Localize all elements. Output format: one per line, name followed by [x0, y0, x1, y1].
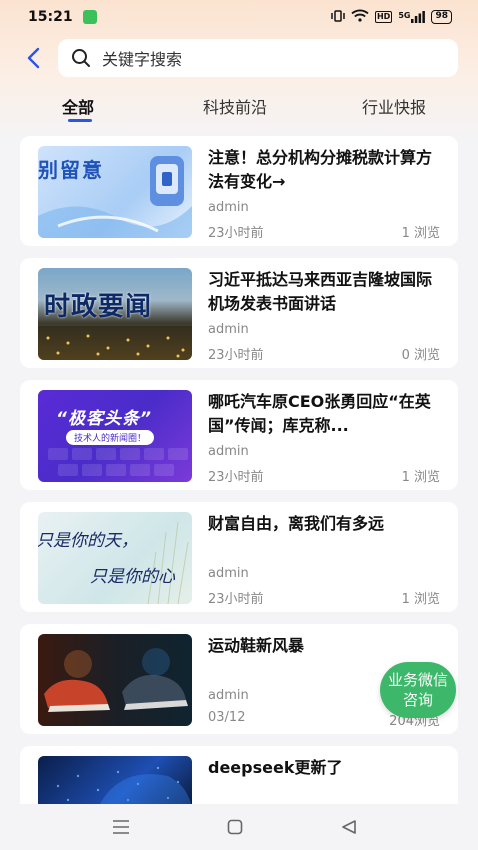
status-bar: 15:21 HD 5G 98	[0, 0, 478, 34]
battery-indicator: 98	[431, 10, 452, 24]
tab-all[interactable]: 全部	[62, 94, 94, 118]
tab-tech-frontier[interactable]: 科技前沿	[203, 94, 267, 118]
back-icon	[342, 820, 356, 834]
nav-back-button[interactable]	[338, 816, 360, 838]
article-thumbnail: “极客头条” 技术人的新闻圈！	[38, 390, 192, 482]
article-thumbnail: 只是你的天， 只是你的心	[38, 512, 192, 604]
article-views: 1 浏览	[401, 470, 440, 485]
article-card[interactable]: 只是你的天， 只是你的心 财富自由，离我们有多远 admin 23小时前 1 浏…	[20, 502, 458, 612]
article-author: admin	[208, 566, 249, 581]
article-title: 运动鞋新风暴	[208, 636, 305, 655]
article-thumbnail	[38, 634, 192, 726]
article-thumbnail: 别留意	[38, 146, 192, 238]
article-author: admin	[208, 200, 249, 215]
search-header: 关键字搜索	[0, 38, 478, 78]
status-time: 15:21	[28, 9, 73, 25]
article-card[interactable]: 别留意 注意！总分机构分摊税款计算方法有变化→ admin 23小时前 1 浏览	[20, 136, 458, 246]
article-title: 哪吒汽车原CEO张勇回应“在英国”传闻；库克称...	[208, 392, 431, 435]
status-icons: HD 5G 98	[331, 9, 452, 25]
thumbnail-caption: 别留意	[38, 158, 104, 182]
home-icon	[227, 819, 243, 835]
article-views: 1 浏览	[401, 226, 440, 241]
signal-label: 5G	[398, 11, 411, 20]
back-button[interactable]	[10, 38, 56, 78]
article-title: 习近平抵达马来西亚吉隆坡国际机场发表书面讲话	[208, 270, 433, 313]
search-input[interactable]: 关键字搜索	[58, 39, 458, 77]
article-card[interactable]: “极客头条” 技术人的新闻圈！ 哪吒汽车原CEO张勇回应“在英国”传闻；库克称.…	[20, 380, 458, 490]
app-notification-icon	[82, 10, 97, 24]
thumbnail-caption: 时政要闻	[44, 292, 153, 322]
article-time: 03/12	[208, 710, 246, 725]
wifi-icon	[351, 9, 369, 25]
signal-icon: 5G	[398, 11, 426, 23]
thumbnail-subcaption: 技术人的新闻圈！	[66, 430, 155, 445]
article-title: deepseek更新了	[208, 758, 343, 777]
article-thumbnail	[38, 756, 192, 808]
thumbnail-caption: 只是你的天，	[38, 531, 138, 551]
tab-industry-news[interactable]: 行业快报	[362, 94, 426, 118]
menu-button[interactable]	[110, 816, 132, 838]
home-button[interactable]	[224, 816, 246, 838]
article-time: 23小时前	[208, 470, 264, 485]
search-placeholder: 关键字搜索	[102, 50, 183, 69]
article-author: admin	[208, 688, 249, 703]
active-tab-indicator	[68, 119, 92, 122]
back-arrow-icon	[27, 47, 40, 69]
article-views: 0 浏览	[401, 348, 440, 363]
system-nav-bar	[0, 804, 478, 850]
article-thumbnail: 时政要闻	[38, 268, 192, 360]
category-tabs: 全部 科技前沿 行业快报	[0, 88, 478, 128]
menu-icon	[113, 820, 129, 834]
wechat-consult-button[interactable]: 业务微信咨询	[380, 662, 456, 718]
article-title: 财富自由，离我们有多远	[208, 514, 385, 533]
article-time: 23小时前	[208, 226, 264, 241]
article-views: 1 浏览	[401, 592, 440, 607]
thumbnail-subcaption: 只是你的心	[90, 567, 175, 587]
article-card[interactable]: deepseek更新了	[20, 746, 458, 808]
article-time: 23小时前	[208, 592, 264, 607]
article-time: 23小时前	[208, 348, 264, 363]
vibrate-icon	[331, 9, 345, 25]
thumbnail-caption: “极客头条”	[56, 409, 152, 429]
article-author: admin	[208, 444, 249, 459]
article-card[interactable]: 时政要闻 习近平抵达马来西亚吉隆坡国际机场发表书面讲话 admin 23小时前 …	[20, 258, 458, 368]
search-icon	[70, 47, 92, 69]
article-title: 注意！总分机构分摊税款计算方法有变化→	[208, 148, 433, 191]
article-author: admin	[208, 322, 249, 337]
hd-badge: HD	[374, 11, 393, 23]
